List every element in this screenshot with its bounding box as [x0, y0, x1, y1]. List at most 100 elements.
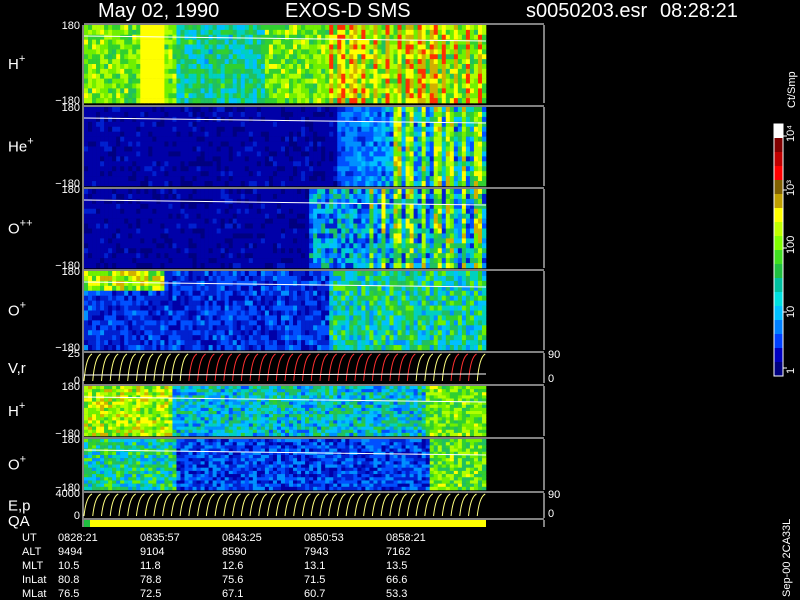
table-cell: 10.5 [58, 560, 79, 572]
table-cell: 72.5 [140, 588, 161, 600]
table-cell: 78.8 [140, 574, 161, 586]
table-cell: 0828:21 [58, 532, 98, 544]
table-cell: 80.8 [58, 574, 79, 586]
colorbar-tick-label: 1 [785, 368, 797, 374]
y-min-label: 0 [74, 510, 80, 522]
y-max-label: 25 [68, 348, 80, 360]
file-time: 08:28:21 [660, 0, 738, 22]
table-cell: 0835:57 [140, 532, 180, 544]
panel-label-sup: ++ [20, 218, 33, 230]
y-max-label: 180 [62, 434, 80, 446]
colorbar-swatch [774, 348, 783, 363]
table-row-label: MLat [22, 588, 46, 600]
table-cell: 60.7 [304, 588, 325, 600]
colorbar-swatch [774, 264, 783, 279]
table-cell: 7162 [386, 546, 410, 558]
colorbar: 1 10 100 10³ 10⁴ [773, 123, 797, 377]
colorbar-tick-label: 10³ [785, 180, 797, 196]
panel-label-2: O++ [8, 218, 33, 238]
colorbar-swatch [774, 180, 783, 195]
right-y-max-label: 90 [548, 349, 560, 361]
table-cell: 9494 [58, 546, 82, 558]
table-cell: 53.3 [386, 588, 407, 600]
panel-label-3: O+ [8, 300, 26, 320]
table-cell: 75.6 [222, 574, 243, 586]
side-note: Sep-00 2CA33L [781, 519, 793, 597]
exos-d-sms-plot: May 02, 1990 EXOS-D SMS s0050203.esr 08:… [8, 0, 798, 600]
colorbar-swatch [774, 320, 783, 335]
colorbar-tick-label: 10⁴ [785, 125, 797, 142]
right-y-min-label: 0 [548, 373, 554, 385]
panel-3 [83, 269, 545, 351]
colorbar-swatch [774, 138, 783, 153]
y-max-label: 180 [62, 266, 80, 278]
panel-1 [83, 105, 545, 187]
table-cell: 0858:21 [386, 532, 426, 544]
y-max-label: 180 [62, 20, 80, 32]
panel-label-7: E,p [8, 498, 31, 515]
colorbar-swatch [774, 236, 783, 251]
y-max-label: 4000 [56, 488, 80, 500]
colorbar-tick-label: 10 [785, 306, 797, 318]
panel-7 [83, 491, 545, 518]
table-row-label: UT [22, 532, 37, 544]
colorbar-swatch [774, 166, 783, 181]
table-cell: 11.8 [140, 560, 161, 572]
colorbar-swatch [774, 306, 783, 321]
panel-label-4: V,r [8, 360, 26, 377]
table-cell: 0850:53 [304, 532, 344, 544]
right-y-min-label: 0 [548, 508, 554, 520]
table-cell: 67.1 [222, 588, 243, 600]
colorbar-tick-label: 100 [785, 236, 797, 254]
colorbar-title: Ct/Smp [786, 71, 798, 108]
panel-label-sup: + [19, 53, 25, 65]
panel-label-8: QA [8, 513, 30, 530]
table-cell: 12.6 [222, 560, 243, 572]
panel-label-sup: + [20, 300, 26, 312]
qa-bar [84, 520, 486, 527]
table-cell: 7943 [304, 546, 328, 558]
panel-label-5: H+ [8, 400, 25, 420]
panel-label-0: H+ [8, 53, 25, 73]
panel-6 [83, 437, 545, 491]
table-row-label: ALT [22, 546, 42, 558]
table-cell: 9104 [140, 546, 164, 558]
panel-0 [83, 23, 545, 104]
table-cell: 71.5 [304, 574, 325, 586]
spectrogram-panels [82, 23, 545, 527]
right-y-max-label: 90 [548, 489, 560, 501]
table-cell: 66.6 [386, 574, 407, 586]
colorbar-swatch [774, 194, 783, 209]
colorbar-swatch [774, 208, 783, 223]
panel-label-6: O+ [8, 454, 26, 474]
y-max-label: 180 [62, 102, 80, 114]
table-row-label: InLat [22, 574, 46, 586]
panel-label-sup: + [20, 454, 26, 466]
colorbar-swatch [774, 334, 783, 349]
panel-8 [84, 518, 545, 527]
panel-5 [83, 384, 545, 437]
panel-label-sup: + [19, 400, 25, 412]
qa-flag [84, 520, 90, 527]
table-cell: 13.5 [386, 560, 407, 572]
colorbar-swatch [774, 152, 783, 167]
table-cell: 0843:25 [222, 532, 262, 544]
panel-2 [83, 187, 545, 269]
table-row-label: MLT [22, 560, 43, 572]
table-cell: 8590 [222, 546, 246, 558]
panel-label-1: He+ [8, 136, 34, 156]
colorbar-swatch [774, 222, 783, 237]
panel-label-sup: + [27, 136, 33, 148]
ephemeris-table: UT ALT MLT InLat MLat 0828:21 9494 10.5 80.8 76.5… [22, 532, 426, 600]
file-name: s0050203.esr [526, 0, 648, 22]
instrument-name: EXOS-D SMS [285, 0, 411, 22]
y-max-label: 180 [62, 381, 80, 393]
colorbar-swatch [774, 292, 783, 307]
table-cell: 76.5 [58, 588, 79, 600]
colorbar-swatch [774, 278, 783, 293]
plot-date: May 02, 1990 [98, 0, 219, 22]
y-max-label: 180 [62, 184, 80, 196]
colorbar-swatch [774, 124, 783, 139]
colorbar-swatch [774, 362, 783, 377]
colorbar-swatch [774, 250, 783, 265]
